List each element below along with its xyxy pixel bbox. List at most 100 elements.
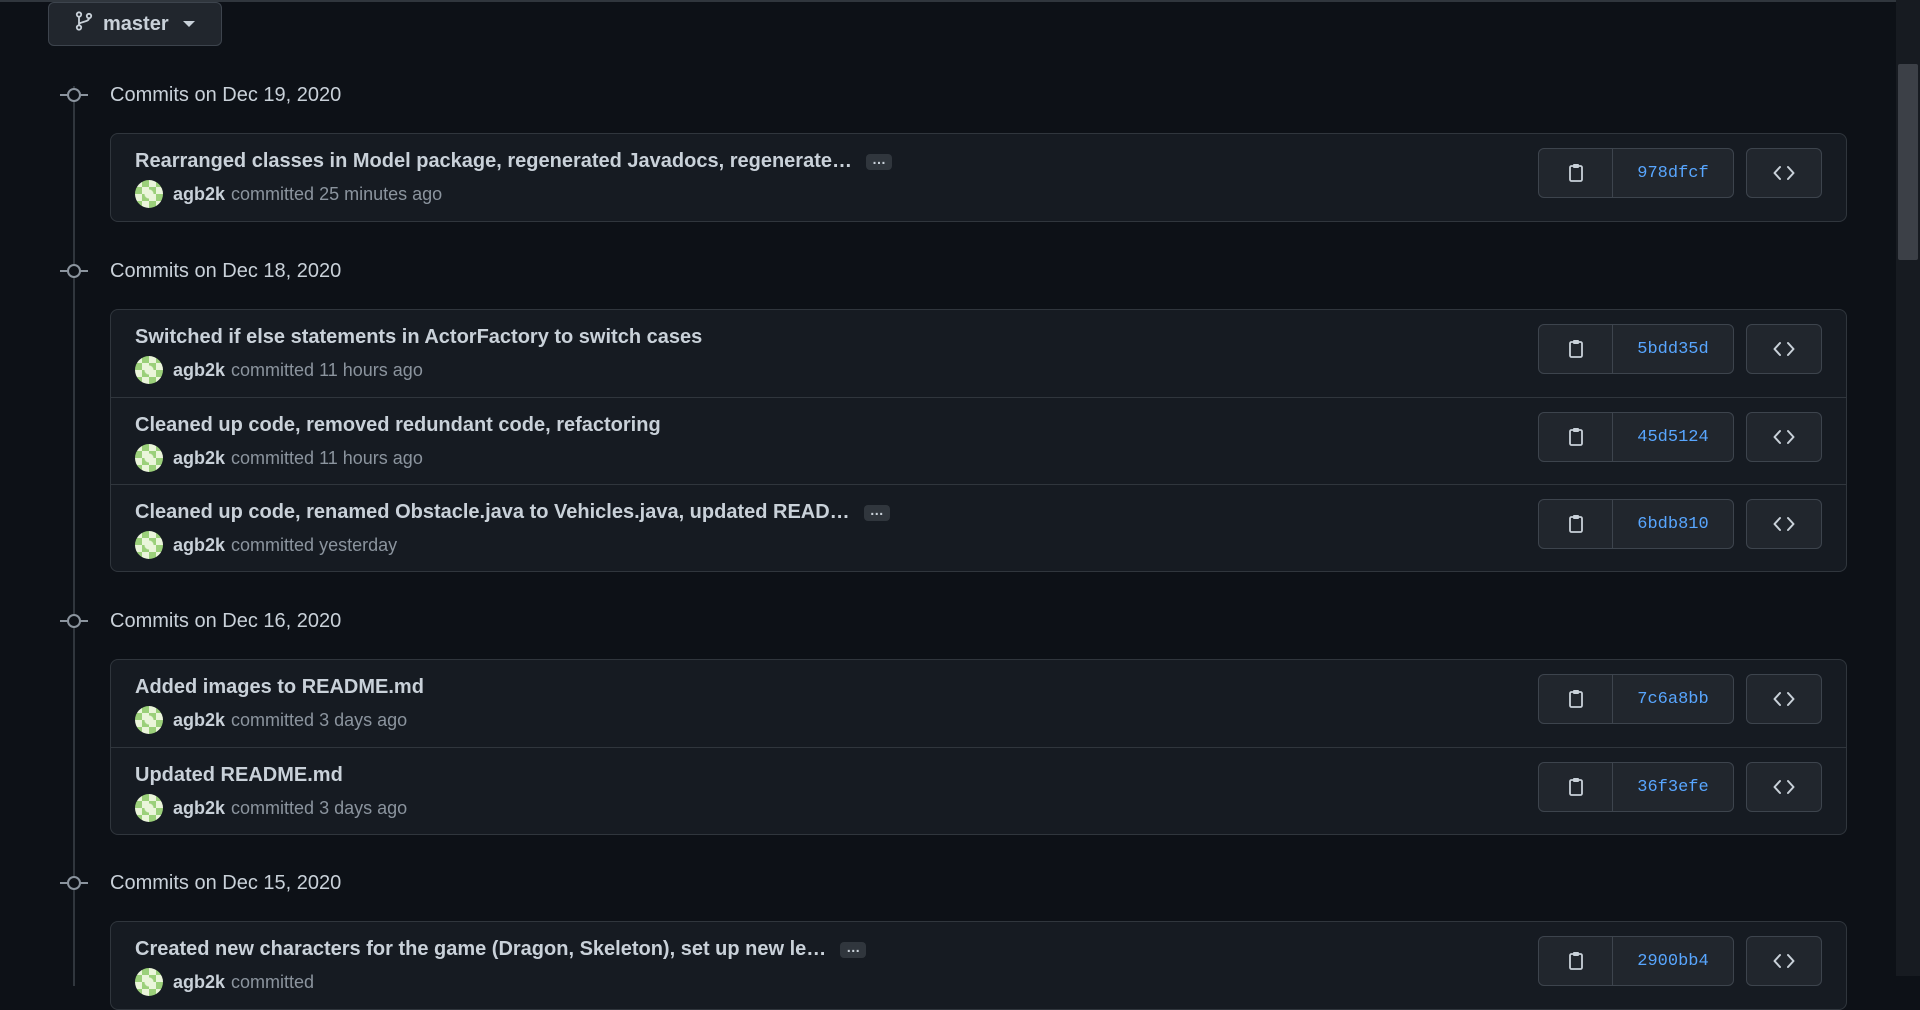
git-commit-icon [60,874,88,892]
chevron-down-icon [182,21,195,27]
top-border [0,0,1920,2]
committed-label: committed [231,183,315,204]
browse-repo-button[interactable] [1746,936,1822,986]
copy-sha-button[interactable] [1539,937,1613,985]
commit-sha-link[interactable]: 5bdd35d [1613,325,1733,373]
commit-group-box: Added images to README.md agb2k committed … [110,659,1847,835]
commit-message-link[interactable]: Updated README.md [135,764,343,787]
author-link[interactable]: agb2k [173,798,225,819]
expand-message-button[interactable]: … [863,503,890,521]
commit-time: 3 days ago [319,797,408,818]
commit-sha-link[interactable]: 45d5124 [1613,413,1733,461]
git-commit-icon [60,612,88,630]
clipboard-icon [1568,164,1583,182]
copy-sha-button[interactable] [1539,763,1613,811]
commit-time: 11 hours ago [319,447,423,468]
commit-row: Added images to README.md agb2k committed … [111,660,1846,747]
author-link[interactable]: agb2k [173,360,225,381]
commit-group-header: Commits on Dec 19, 2020 [60,80,341,110]
commit-group-title: Commits on Dec 15, 2020 [110,871,342,894]
copy-sha-button[interactable] [1539,500,1613,548]
sha-button-group: 978dfcf [1538,148,1734,198]
browse-repo-button[interactable] [1746,674,1822,724]
git-commit-icon [60,262,88,280]
copy-sha-button[interactable] [1539,413,1613,461]
clipboard-icon [1568,515,1583,533]
commit-group-box: Switched if else statements in ActorFact… [110,309,1847,572]
avatar[interactable] [135,356,163,384]
commit-message-link[interactable]: Added images to README.md [135,676,424,699]
commit-sha-link[interactable]: 2900bb4 [1613,937,1733,985]
browse-repo-button[interactable] [1746,762,1822,812]
commit-message-link[interactable]: Cleaned up code, removed redundant code,… [135,414,661,437]
commit-message-link[interactable]: Rearranged classes in Model package, reg… [135,150,852,173]
commit-time: 25 minutes ago [319,183,443,204]
code-icon [1773,692,1795,706]
code-icon [1773,780,1795,794]
commit-time: 3 days ago [319,709,408,730]
commit-sha-link[interactable]: 7c6a8bb [1613,675,1733,723]
avatar[interactable] [135,794,163,822]
code-icon [1773,166,1795,180]
avatar[interactable] [135,444,163,472]
commit-sha-link[interactable]: 36f3efe [1613,763,1733,811]
committed-label: committed [231,797,315,818]
avatar[interactable] [135,531,163,559]
clipboard-icon [1568,690,1583,708]
clipboard-icon [1568,952,1583,970]
commit-message-link[interactable]: Cleaned up code, renamed Obstacle.java t… [135,501,850,524]
clipboard-icon [1568,778,1583,796]
author-link[interactable]: agb2k [173,710,225,731]
expand-message-button[interactable]: … [840,940,867,958]
browse-repo-button[interactable] [1746,324,1822,374]
author-link[interactable]: agb2k [173,184,225,205]
sha-button-group: 36f3efe [1538,762,1734,812]
git-branch-icon [75,11,93,37]
commit-message-link[interactable]: Created new characters for the game (Dra… [135,938,826,961]
copy-sha-button[interactable] [1539,325,1613,373]
commit-row: Switched if else statements in ActorFact… [111,310,1846,397]
author-link[interactable]: agb2k [173,535,225,556]
browse-repo-button[interactable] [1746,148,1822,198]
commit-message-link[interactable]: Switched if else statements in ActorFact… [135,326,702,349]
committed-label: committed [231,447,315,468]
commit-group-title: Commits on Dec 19, 2020 [110,83,342,106]
commit-row: Created new characters for the game (Dra… [111,922,1846,1009]
commit-time: 11 hours ago [319,359,423,380]
commit-group-header: Commits on Dec 16, 2020 [60,606,341,636]
branch-label: master [103,12,169,35]
author-link[interactable]: agb2k [173,972,225,993]
browse-repo-button[interactable] [1746,412,1822,462]
commit-group-header: Commits on Dec 18, 2020 [60,256,341,286]
sha-button-group: 2900bb4 [1538,936,1734,986]
copy-sha-button[interactable] [1539,149,1613,197]
git-commit-icon [60,86,88,104]
commit-row: Cleaned up code, removed redundant code,… [111,397,1846,484]
committed-label: committed [231,359,315,380]
expand-message-button[interactable]: … [866,152,892,170]
clipboard-icon [1568,428,1583,446]
commit-sha-link[interactable]: 978dfcf [1613,149,1733,197]
scrollbar-thumb[interactable] [1898,64,1918,260]
commit-time: yesterday [319,534,398,555]
sha-button-group: 6bdb810 [1538,499,1734,549]
sha-button-group: 5bdd35d [1538,324,1734,374]
sha-button-group: 45d5124 [1538,412,1734,462]
avatar[interactable] [135,180,163,208]
commit-group-title: Commits on Dec 18, 2020 [110,259,342,282]
browse-repo-button[interactable] [1746,499,1822,549]
avatar[interactable] [135,968,163,996]
copy-sha-button[interactable] [1539,675,1613,723]
commit-row: Updated README.md agb2k committed 3 days a… [111,747,1846,834]
committed-label: committed [231,534,315,555]
commit-sha-link[interactable]: 6bdb810 [1613,500,1733,548]
code-icon [1773,342,1795,356]
code-icon [1773,517,1795,531]
clipboard-icon [1568,340,1583,358]
author-link[interactable]: agb2k [173,448,225,469]
commit-row: Rearranged classes in Model package, reg… [111,134,1846,221]
timeline-line [73,86,75,986]
code-icon [1773,430,1795,444]
avatar[interactable] [135,706,163,734]
branch-select-button[interactable]: master [48,2,222,46]
